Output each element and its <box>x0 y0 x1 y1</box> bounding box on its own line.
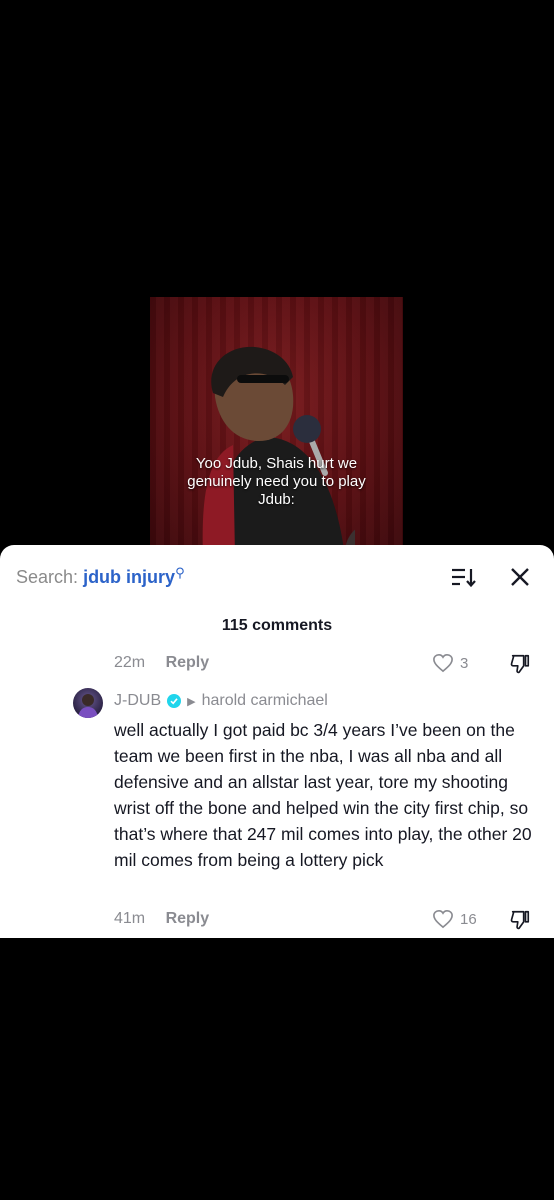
video-caption: Yoo Jdub, Shais hurt we genuinely need y… <box>187 455 366 508</box>
reply-button[interactable]: Reply <box>166 654 210 671</box>
search-icon: ⚲ <box>175 565 185 580</box>
avatar[interactable] <box>73 688 103 718</box>
avatar-image <box>78 694 98 718</box>
like-button[interactable]: 3 <box>432 653 468 673</box>
close-icon[interactable] <box>508 565 532 589</box>
sort-icon[interactable] <box>450 565 476 589</box>
comment-time: 22m <box>114 654 146 671</box>
heart-icon <box>433 653 453 673</box>
comment-meta-row: 41m Reply <box>114 910 209 928</box>
search-query[interactable]: jdub injury <box>83 567 175 587</box>
comment-meta-row: 22m Reply <box>114 654 209 672</box>
performer-image <box>202 346 355 555</box>
comment-count: 115 comments <box>221 617 333 634</box>
verified-badge-icon <box>167 694 182 708</box>
search-bar[interactable]: Search: jdub injury⚲ <box>16 565 185 588</box>
like-count: 3 <box>460 654 469 672</box>
search-prefix: Search: <box>16 567 79 587</box>
reply-button[interactable]: Reply <box>166 910 210 927</box>
comment-author[interactable]: J-DUB <box>114 692 161 710</box>
reply-arrow-icon: ▶ <box>187 695 196 708</box>
dislike-icon[interactable] <box>509 909 531 931</box>
heart-icon <box>433 909 453 929</box>
comments-sheet: Search: jdub injury⚲ 115 comments 22m Re… <box>0 545 554 938</box>
comment-text: well actually I got paid bc 3/4 years I’… <box>114 720 532 870</box>
dislike-icon[interactable] <box>509 653 531 675</box>
reply-to-user[interactable]: harold carmichael <box>202 692 328 710</box>
comment-author-line: J-DUB ▶ harold carmichael <box>114 692 328 710</box>
video-frame[interactable]: Yoo Jdub, Shais hurt we genuinely need y… <box>150 297 403 555</box>
like-count: 16 <box>460 910 477 928</box>
like-button[interactable]: 16 <box>432 909 477 929</box>
comment-time: 41m <box>114 910 146 927</box>
